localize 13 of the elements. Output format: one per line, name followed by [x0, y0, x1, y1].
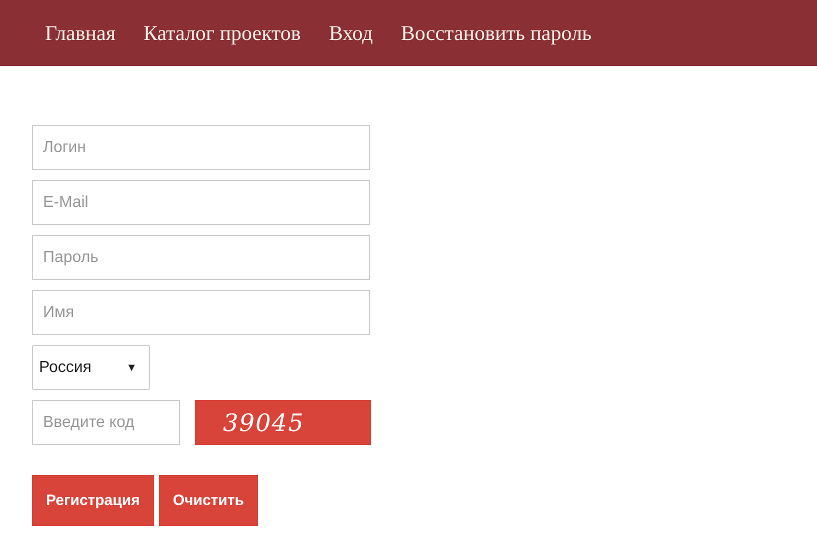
- captcha-image: 39045: [195, 400, 371, 445]
- input-field[interactable]: Имя: [32, 290, 370, 335]
- input-field[interactable]: E-Mail: [32, 180, 370, 225]
- input-field[interactable]: Логин: [32, 125, 370, 170]
- captcha-field[interactable]: Введите код: [32, 400, 180, 445]
- nav-link[interactable]: Восстановить пароль: [400, 20, 592, 46]
- nav-link[interactable]: Главная: [45, 20, 116, 46]
- nav-link[interactable]: Каталог проектов: [144, 20, 301, 46]
- nav-link[interactable]: Вход: [328, 20, 373, 46]
- country-select[interactable]: Россия ▼: [32, 345, 150, 390]
- form-button[interactable]: Очистить: [158, 475, 258, 526]
- input-field[interactable]: Пароль: [32, 235, 370, 280]
- form-button[interactable]: Регистрация: [32, 475, 154, 526]
